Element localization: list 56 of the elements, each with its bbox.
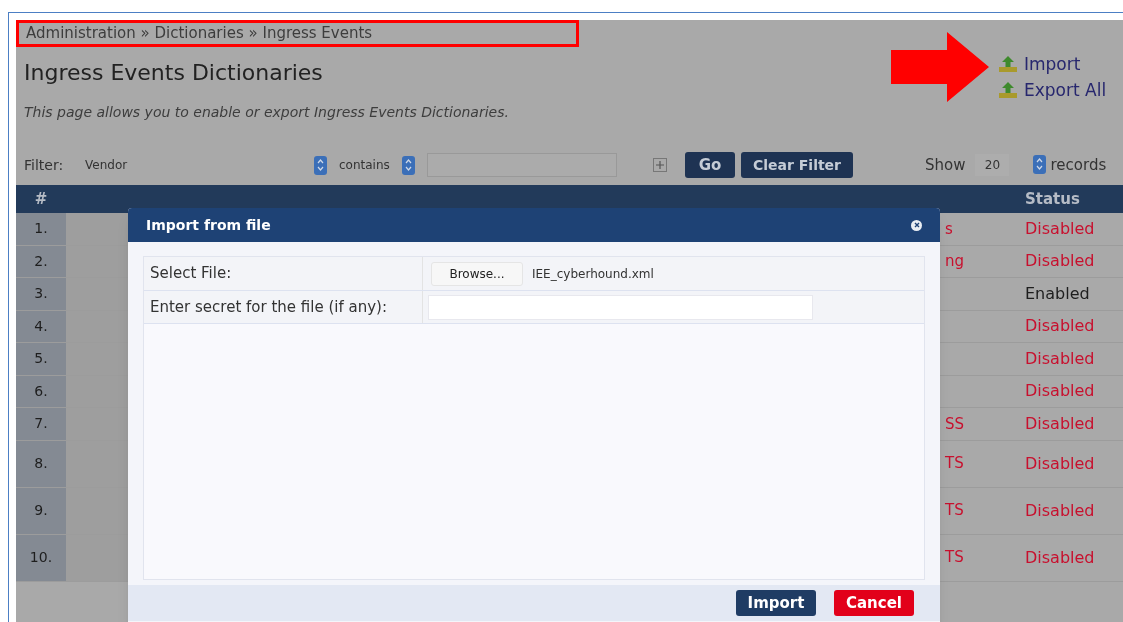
row-number: 7.: [34, 414, 48, 434]
action-link[interactable]: Export All: [998, 78, 1119, 102]
row-number: 4.: [34, 316, 48, 336]
table-cell: TS: [945, 454, 964, 473]
browse-button[interactable]: Browse...: [431, 261, 523, 286]
operator-select[interactable]: contains: [339, 153, 427, 177]
dialog-title: Import from file: [146, 215, 271, 235]
clear-filter-button[interactable]: Clear Filter: [741, 152, 853, 178]
row-number: 10.: [29, 548, 53, 567]
table-cell: s: [945, 219, 953, 238]
row-number: 5.: [34, 349, 48, 369]
field-label: Enter secret for the file (if any):: [144, 291, 423, 323]
row-number: 3.: [34, 284, 48, 304]
records-label: records: [1050, 154, 1107, 176]
arrow-icon: [891, 32, 989, 102]
breadcrumb: Administration » Dictionaries » Ingress Events: [26, 23, 373, 45]
column-header: #: [33, 188, 49, 210]
status-text: Disabled: [1025, 217, 1096, 240]
action-link[interactable]: Import: [998, 52, 1119, 76]
page-title: Ingress Events Dictionaries: [23, 59, 324, 87]
add-icon[interactable]: [653, 158, 667, 172]
table-cell: TS: [945, 548, 964, 567]
dialog-button[interactable]: Import: [736, 590, 816, 616]
status-text: Disabled: [1025, 546, 1096, 569]
status-text: Disabled: [1025, 380, 1096, 403]
download-icon: [998, 55, 1018, 73]
close-icon[interactable]: [911, 219, 922, 231]
row-number: 9.: [34, 501, 48, 520]
row-number: 1.: [34, 219, 48, 239]
status-text: Disabled: [1025, 315, 1096, 338]
spinner-icon[interactable]: [314, 155, 327, 175]
row-number: 8.: [34, 454, 48, 473]
table-cell: SS: [945, 414, 965, 433]
go-button[interactable]: Go: [685, 152, 735, 178]
show-label: Show: [925, 154, 966, 176]
row-number: 2.: [34, 251, 48, 271]
page-description: This page allows you to enable or export Ingress Events Dictionaries.: [23, 103, 510, 122]
filter-label: Filter:: [24, 155, 65, 175]
field-label: Select File:: [144, 257, 423, 290]
table-cell: TS: [945, 501, 964, 520]
spinner-icon[interactable]: [401, 155, 415, 175]
status-text: Enabled: [1025, 282, 1091, 305]
status-text: Disabled: [1025, 499, 1096, 522]
dialog-button[interactable]: Cancel: [834, 590, 914, 616]
status-text: Disabled: [1025, 452, 1096, 475]
column-header: Status: [1025, 188, 1081, 210]
field-select[interactable]: Vendor: [85, 153, 329, 177]
status-text: Disabled: [1025, 347, 1096, 370]
row-number: 6.: [34, 381, 48, 401]
table-cell: ng: [945, 252, 965, 270]
status-text: Disabled: [1025, 412, 1096, 435]
page-size-field[interactable]: 20: [975, 154, 1010, 176]
status-text: Disabled: [1025, 250, 1096, 273]
download-icon: [998, 81, 1018, 99]
spinner-icon[interactable]: [1033, 154, 1047, 174]
file-name: IEE_cyberhound.xml: [532, 265, 654, 283]
